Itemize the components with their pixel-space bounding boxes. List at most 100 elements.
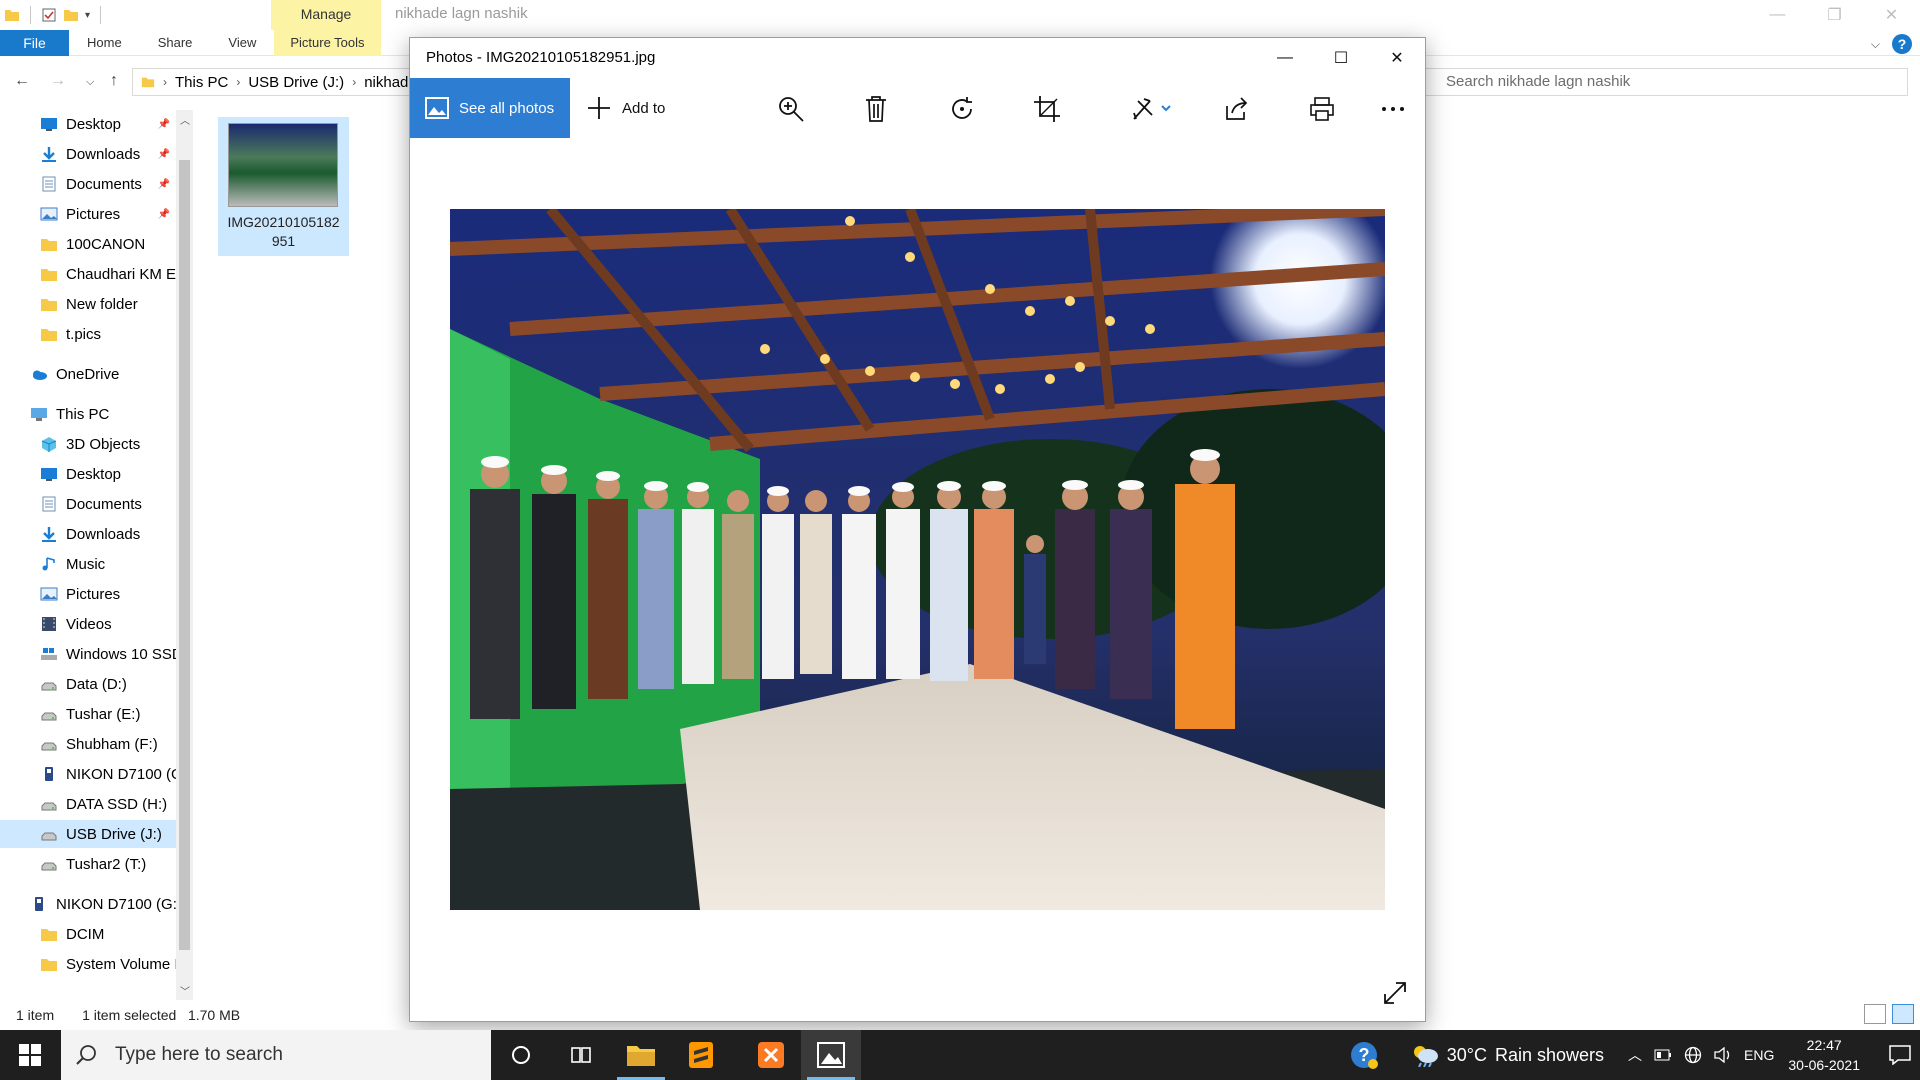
sidebar-item-nikon-drive[interactable]: NIKON D7100 (G:)	[30, 890, 176, 918]
sidebar-item-onedrive[interactable]: OneDrive	[30, 360, 176, 388]
pin-icon: 📌	[157, 178, 170, 190]
customize-qat-icon[interactable]: ▾	[85, 10, 90, 21]
minimize-button[interactable]: —	[1257, 38, 1313, 78]
properties-icon[interactable]	[41, 7, 57, 23]
close-button[interactable]: ✕	[1863, 0, 1920, 30]
scroll-down-icon[interactable]: ﹀	[180, 983, 190, 998]
nav-item-label: DATA SSD (H:)	[66, 795, 168, 813]
sidebar-item-this-pc-child[interactable]: Tushar (E:)	[40, 700, 176, 728]
tab-share[interactable]: Share	[140, 30, 211, 56]
sidebar-item-this-pc[interactable]: This PC	[30, 400, 176, 428]
expand-ribbon-icon[interactable]: ⌵	[1871, 37, 1880, 52]
rotate-icon[interactable]	[947, 94, 977, 124]
weather-widget[interactable]: 30°C Rain showers	[1411, 1043, 1604, 1067]
restore-button[interactable]: ❐	[1806, 0, 1863, 30]
taskbar-file-explorer[interactable]	[611, 1030, 671, 1080]
cortana-button[interactable]	[491, 1030, 551, 1080]
sidebar-item-this-pc-child[interactable]: Documents	[40, 490, 176, 518]
battery-icon[interactable]	[1654, 1049, 1672, 1061]
help-tips-icon[interactable]: ?	[1349, 1040, 1379, 1070]
print-icon[interactable]	[1307, 94, 1337, 124]
forward-arrow-icon[interactable]: →	[50, 72, 66, 90]
manage-tab[interactable]: Manage	[271, 0, 381, 30]
tab-file[interactable]: File	[0, 29, 69, 56]
edit-create-icon[interactable]	[1127, 94, 1177, 124]
start-button[interactable]	[0, 1030, 60, 1080]
sidebar-item-quick-access[interactable]: 100CANON	[40, 230, 176, 258]
chevron-up-icon[interactable]: ︿	[1628, 1045, 1642, 1065]
sidebar-item-this-pc-child[interactable]: Videos	[40, 610, 176, 638]
add-to-button[interactable]: Add to	[586, 78, 665, 138]
task-view-button[interactable]	[551, 1030, 611, 1080]
details-view-icon[interactable]	[1864, 1004, 1886, 1024]
sidebar-item-this-pc-child[interactable]: NIKON D7100 (G	[40, 760, 176, 788]
input-language[interactable]: ENG	[1744, 1047, 1774, 1063]
notification-center-icon[interactable]	[1880, 1045, 1920, 1065]
tab-view[interactable]: View	[210, 30, 274, 56]
nav-item-label: Shubham (F:)	[66, 735, 158, 753]
back-arrow-icon[interactable]: ←	[14, 72, 30, 90]
taskbar-clock[interactable]: 22:47 30-06-2021	[1788, 1035, 1860, 1075]
navigation-scrollbar[interactable]: ︿ ﹀	[176, 110, 193, 1000]
crop-icon[interactable]	[1032, 94, 1062, 124]
sidebar-item-quick-access[interactable]: Desktop 📌	[40, 110, 176, 138]
network-globe-icon[interactable]	[1684, 1046, 1702, 1064]
scroll-up-icon[interactable]: ︿	[180, 112, 190, 127]
sidebar-item-this-pc-child[interactable]: Tushar2 (T:)	[40, 850, 176, 878]
large-icons-view-icon[interactable]	[1892, 1004, 1914, 1024]
sidebar-item-this-pc-child[interactable]: Shubham (F:)	[40, 730, 176, 758]
up-arrow-icon[interactable]: ↑	[110, 72, 118, 90]
sidebar-item-this-pc-child[interactable]: DATA SSD (H:)	[40, 790, 176, 818]
sidebar-item-this-pc-child[interactable]: Downloads	[40, 520, 176, 548]
sidebar-item-this-pc-child[interactable]: Windows 10 SSD	[40, 640, 176, 668]
clock-date: 30-06-2021	[1788, 1057, 1860, 1073]
sidebar-item-this-pc-child[interactable]: Music	[40, 550, 176, 578]
sidebar-item-quick-access[interactable]: Documents 📌	[40, 170, 176, 198]
file-item-selected[interactable]: IMG20210105182 951	[218, 117, 349, 256]
recent-locations-icon[interactable]: ⌵	[86, 76, 94, 89]
sidebar-item-quick-access[interactable]: Chaudhari KM Er	[40, 260, 176, 288]
tab-picture-tools[interactable]: Picture Tools	[274, 29, 381, 56]
search-input[interactable]: Search nikhade lagn nashik	[1415, 68, 1908, 96]
music-icon	[42, 557, 55, 571]
sidebar-item-nikon-child[interactable]: System Volume I	[40, 950, 176, 978]
sidebar-item-quick-access[interactable]: t.pics	[40, 320, 176, 348]
sidebar-item-this-pc-child[interactable]: Desktop	[40, 460, 176, 488]
sidebar-item-quick-access[interactable]: New folder	[40, 290, 176, 318]
nav-item-label: Desktop	[66, 115, 122, 133]
minimize-button[interactable]: —	[1749, 0, 1806, 30]
sidebar-item-this-pc-child[interactable]: Data (D:)	[40, 670, 176, 698]
taskbar-photos[interactable]	[801, 1030, 861, 1080]
sidebar-item-this-pc-child[interactable]: USB Drive (J:)	[0, 820, 176, 848]
share-icon[interactable]	[1222, 94, 1252, 124]
sidebar-item-this-pc-child[interactable]: Pictures	[40, 580, 176, 608]
pictures-icon	[40, 207, 58, 221]
more-options-icon[interactable]	[1378, 94, 1408, 124]
displayed-photo	[450, 209, 1385, 910]
breadcrumb-drive[interactable]: USB Drive (J:)	[248, 74, 344, 91]
new-folder-icon[interactable]	[63, 7, 79, 23]
help-icon[interactable]: ?	[1892, 34, 1912, 54]
sidebar-item-this-pc-child[interactable]: 3D Objects	[40, 430, 176, 458]
breadcrumb-this-pc[interactable]: This PC	[175, 74, 228, 91]
drive-icon	[41, 802, 57, 811]
see-all-photos-button[interactable]: See all photos	[410, 78, 570, 138]
delete-icon[interactable]	[861, 94, 891, 124]
search-icon	[75, 1044, 97, 1066]
sidebar-item-quick-access[interactable]: Downloads 📌	[40, 140, 176, 168]
volume-icon[interactable]	[1714, 1047, 1732, 1063]
taskbar-search-box[interactable]: Type here to search	[61, 1030, 491, 1080]
tab-home[interactable]: Home	[69, 30, 140, 56]
address-bar[interactable]: › This PC › USB Drive (J:) › nikhad	[132, 68, 412, 96]
sidebar-item-quick-access[interactable]: Pictures 📌	[40, 200, 176, 228]
breadcrumb-folder[interactable]: nikhad	[364, 74, 408, 91]
sidebar-item-nikon-child[interactable]: DCIM	[40, 920, 176, 948]
maximize-button[interactable]: ☐	[1313, 38, 1369, 78]
zoom-icon[interactable]	[776, 94, 806, 124]
taskbar-sublime-text[interactable]	[671, 1030, 731, 1080]
taskbar-xampp[interactable]	[741, 1030, 801, 1080]
scrollbar-thumb[interactable]	[179, 160, 190, 950]
this-pc-icon	[31, 408, 47, 421]
close-button[interactable]: ✕	[1369, 38, 1425, 78]
full-screen-icon[interactable]	[1381, 979, 1409, 1007]
